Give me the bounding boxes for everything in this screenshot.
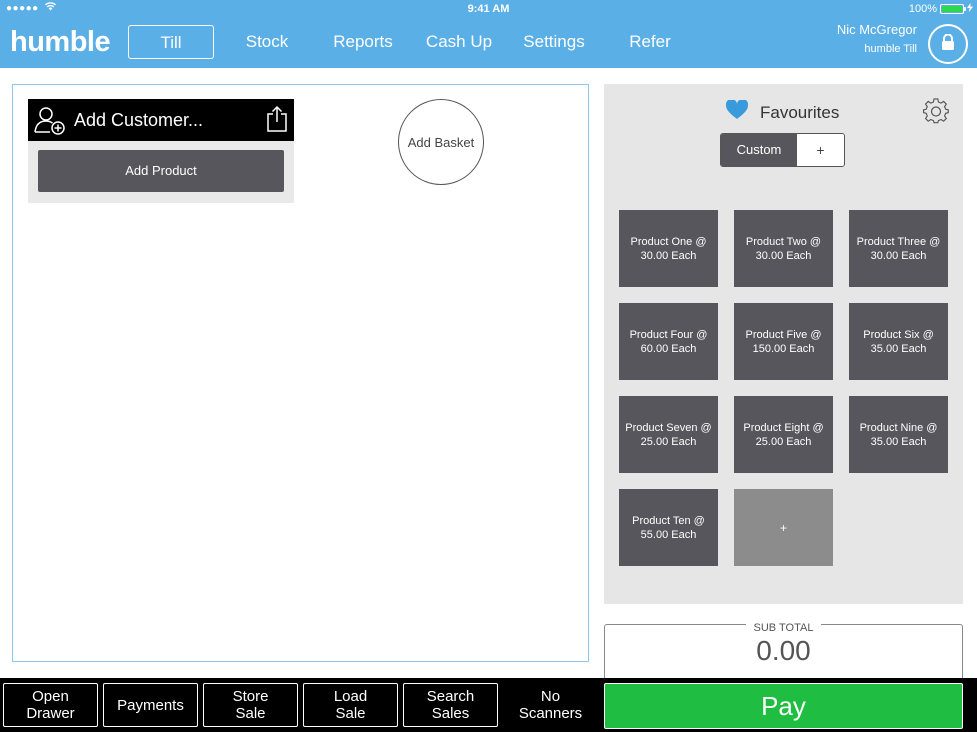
share-icon[interactable] bbox=[266, 105, 288, 138]
product-tile[interactable]: Product Four @ 60.00 Each bbox=[619, 303, 718, 380]
add-customer-label: Add Customer... bbox=[74, 110, 204, 130]
nav-refer[interactable]: Refer bbox=[618, 25, 682, 59]
store-name: humble Till bbox=[864, 43, 917, 55]
segment-add[interactable]: + bbox=[797, 134, 844, 166]
nav-till[interactable]: Till bbox=[128, 25, 214, 59]
subtotal-box: SUB TOTAL 0.00 bbox=[604, 622, 963, 684]
product-tile[interactable]: Product Eight @ 25.00 Each bbox=[734, 396, 833, 473]
no-scanners-button[interactable]: No Scanners bbox=[503, 683, 598, 727]
favourites-header: Favourites bbox=[725, 98, 840, 125]
add-customer-bar[interactable]: Add Customer... bbox=[28, 99, 294, 141]
charging-icon bbox=[967, 3, 973, 15]
open-drawer-button[interactable]: Open Drawer bbox=[3, 683, 98, 727]
humble-logo[interactable]: humble bbox=[10, 26, 111, 59]
basket-panel: Add Customer... Add Product Add Basket bbox=[12, 84, 589, 662]
nav-cash-up[interactable]: Cash Up bbox=[419, 25, 499, 59]
subtotal-value: 0.00 bbox=[756, 635, 811, 666]
favourites-title: Favourites bbox=[760, 102, 840, 122]
product-tile[interactable]: Product One @ 30.00 Each bbox=[619, 210, 718, 287]
load-sale-button[interactable]: Load Sale bbox=[303, 683, 398, 727]
product-tile[interactable]: Product Two @ 30.00 Each bbox=[734, 210, 833, 287]
favourites-segment-control: Custom + bbox=[720, 133, 845, 167]
status-bar: ●●●●● 9:41 AM 100% bbox=[0, 0, 977, 18]
product-tile[interactable]: Product Six @ 35.00 Each bbox=[849, 303, 948, 380]
battery-status: 100% bbox=[909, 3, 973, 15]
store-sale-button[interactable]: Store Sale bbox=[203, 683, 298, 727]
battery-icon bbox=[940, 4, 966, 14]
lock-icon bbox=[941, 33, 955, 55]
clock: 9:41 AM bbox=[467, 3, 510, 15]
product-tile[interactable]: Product Nine @ 35.00 Each bbox=[849, 396, 948, 473]
nav-reports[interactable]: Reports bbox=[325, 25, 401, 59]
favourites-panel: Favourites Custom + Product One @ 30.00 … bbox=[604, 84, 963, 604]
add-product-button[interactable]: Add Product bbox=[38, 150, 284, 192]
payments-button[interactable]: Payments bbox=[103, 683, 198, 727]
nav-settings[interactable]: Settings bbox=[514, 25, 594, 59]
product-tile[interactable]: Product Ten @ 55.00 Each bbox=[619, 489, 718, 566]
bottom-toolbar: Open Drawer Payments Store Sale Load Sale S… bbox=[0, 678, 977, 732]
product-tile[interactable]: Product Seven @ 25.00 Each bbox=[619, 396, 718, 473]
segment-custom[interactable]: Custom bbox=[721, 134, 797, 166]
favourites-grid: Product One @ 30.00 Each Product Two @ 3… bbox=[619, 210, 949, 566]
lock-button[interactable] bbox=[928, 24, 968, 64]
product-tile[interactable]: Product Three @ 30.00 Each bbox=[849, 210, 948, 287]
battery-percent: 100% bbox=[908, 3, 937, 15]
basket-card: Add Customer... Add Product bbox=[28, 99, 294, 203]
subtotal-label: SUB TOTAL bbox=[745, 622, 822, 634]
nav-stock[interactable]: Stock bbox=[231, 25, 303, 59]
add-favourite-tile[interactable]: + bbox=[734, 489, 833, 566]
heart-icon bbox=[725, 98, 749, 125]
gear-icon[interactable] bbox=[923, 98, 949, 129]
pay-button[interactable]: Pay bbox=[604, 683, 963, 729]
till-screen: ●●●●● 9:41 AM 100% humble Till Stock Rep… bbox=[0, 0, 977, 732]
add-basket-button[interactable]: Add Basket bbox=[398, 99, 484, 185]
add-customer-icon bbox=[34, 105, 66, 140]
app-header: ●●●●● 9:41 AM 100% humble Till Stock Rep… bbox=[0, 0, 977, 68]
user-info: Nic McGregor humble Till bbox=[837, 22, 917, 55]
user-name: Nic McGregor bbox=[836, 22, 917, 37]
search-sales-button[interactable]: Search Sales bbox=[403, 683, 498, 727]
product-tile[interactable]: Product Five @ 150.00 Each bbox=[734, 303, 833, 380]
